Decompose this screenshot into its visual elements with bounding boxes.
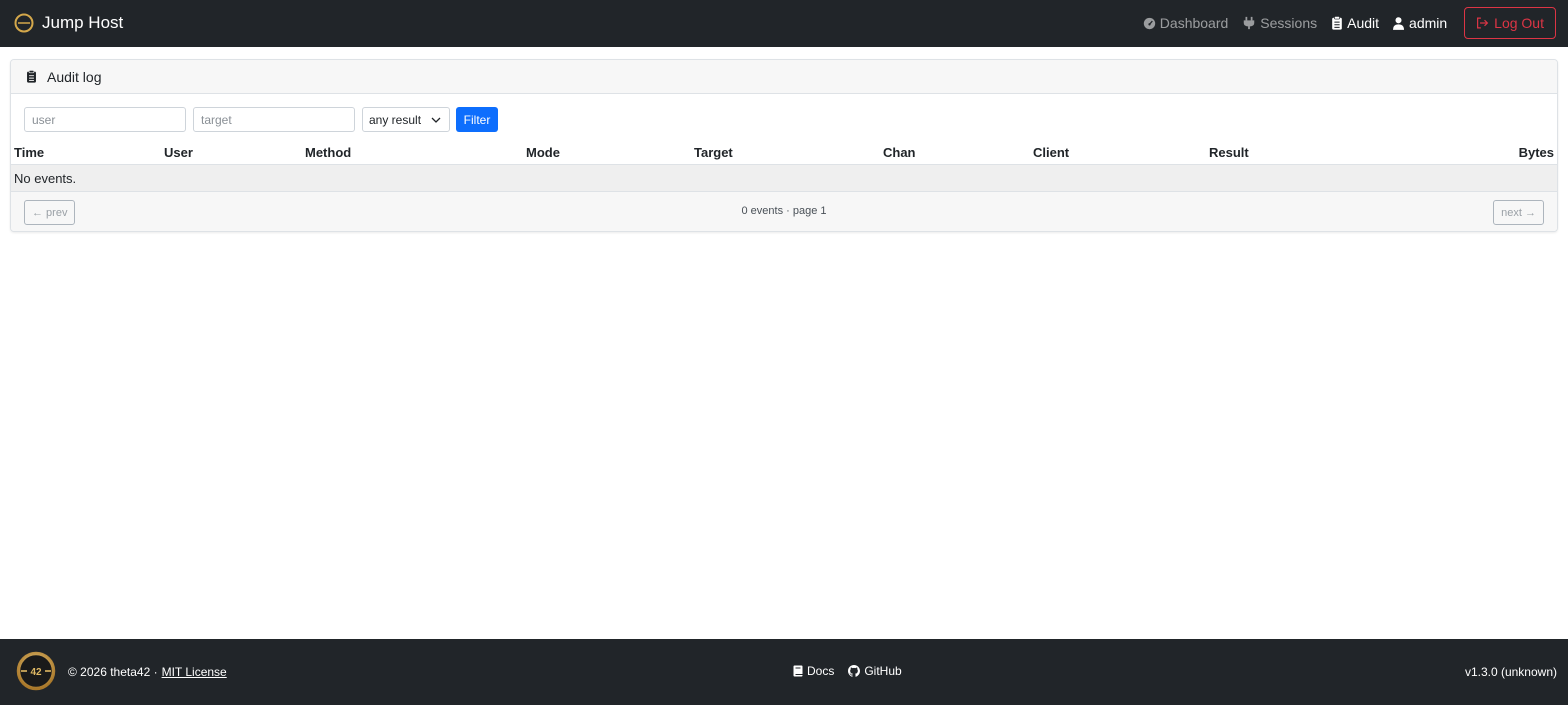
column-header-user: User — [164, 145, 193, 160]
clipboard-icon — [27, 70, 36, 83]
logout-label: Log Out — [1494, 15, 1544, 31]
brand-link[interactable]: Jump Host — [14, 11, 123, 35]
book-icon — [793, 665, 803, 677]
nav-sessions-label: Sessions — [1260, 15, 1318, 31]
top-navbar: Jump Host Dashboard Sessions Audit admin… — [0, 0, 1568, 47]
nav-dashboard[interactable]: Dashboard — [1143, 15, 1229, 31]
theta42-logo-icon: 42 — [16, 651, 56, 691]
chevron-down-icon — [431, 117, 441, 123]
next-page-button[interactable]: next → — [1493, 200, 1544, 225]
footer-copyright: © 2026 theta42 · MIT License — [68, 665, 227, 679]
nav-audit[interactable]: Audit — [1331, 15, 1379, 31]
nav-dashboard-label: Dashboard — [1159, 15, 1229, 31]
github-label: GitHub — [864, 664, 902, 678]
filter-button[interactable]: Filter — [456, 107, 498, 132]
logout-icon — [1477, 17, 1489, 29]
column-header-chan: Chan — [883, 145, 916, 160]
card-header: Audit log — [11, 60, 1557, 94]
user-icon — [1393, 16, 1405, 30]
column-header-time: Time — [14, 145, 45, 160]
nav-right: Dashboard Sessions Audit admin Log Out — [1143, 7, 1556, 39]
column-header-mode: Mode — [526, 145, 560, 160]
column-header-bytes: Bytes — [1518, 145, 1554, 160]
nav-audit-label: Audit — [1347, 15, 1380, 31]
filter-form: any result Filter — [24, 107, 498, 132]
theta-logo-icon — [14, 13, 34, 33]
github-icon — [848, 665, 861, 677]
github-link[interactable]: GitHub — [848, 664, 902, 678]
docs-label: Docs — [807, 664, 835, 678]
pagination-info: 0 events · page 1 — [741, 205, 827, 217]
target-filter-input[interactable] — [193, 107, 355, 132]
column-header-result: Result — [1209, 145, 1249, 160]
result-select-value: any result — [369, 112, 422, 127]
nav-user-label: admin — [1409, 15, 1448, 31]
nav-sessions[interactable]: Sessions — [1242, 15, 1317, 31]
docs-link[interactable]: Docs — [793, 664, 834, 678]
empty-table-message: No events. — [11, 165, 1557, 192]
footer-links: Docs GitHub — [793, 664, 916, 678]
version-text: v1.3.0 (unknown) — [1464, 665, 1557, 679]
dashboard-gauge-icon — [1143, 17, 1155, 29]
clipboard-icon — [1332, 16, 1342, 30]
copyright-text: © 2026 theta42 · — [68, 665, 158, 679]
card-title: Audit log — [47, 68, 102, 85]
nav-user[interactable]: admin — [1393, 15, 1447, 31]
footer-logo-text: 42 — [30, 667, 42, 678]
page-footer: 42 © 2026 theta42 · MIT License Docs GitH… — [0, 639, 1568, 705]
pagination-bar: ← prev 0 events · page 1 next → — [11, 192, 1557, 231]
brand-title: Jump Host — [42, 13, 124, 32]
logout-button[interactable]: Log Out — [1464, 7, 1556, 39]
column-header-method: Method — [305, 145, 352, 160]
column-header-target: Target — [694, 145, 733, 160]
result-select[interactable]: any result — [362, 107, 450, 132]
plug-icon — [1244, 16, 1255, 30]
license-link[interactable]: MIT License — [162, 665, 227, 679]
user-filter-input[interactable] — [24, 107, 186, 132]
table-header-row: Time User Method Mode Target Chan Client… — [11, 140, 1557, 165]
column-header-client: Client — [1033, 145, 1070, 160]
audit-card: Audit log any result Filter Time User Me… — [10, 59, 1558, 232]
